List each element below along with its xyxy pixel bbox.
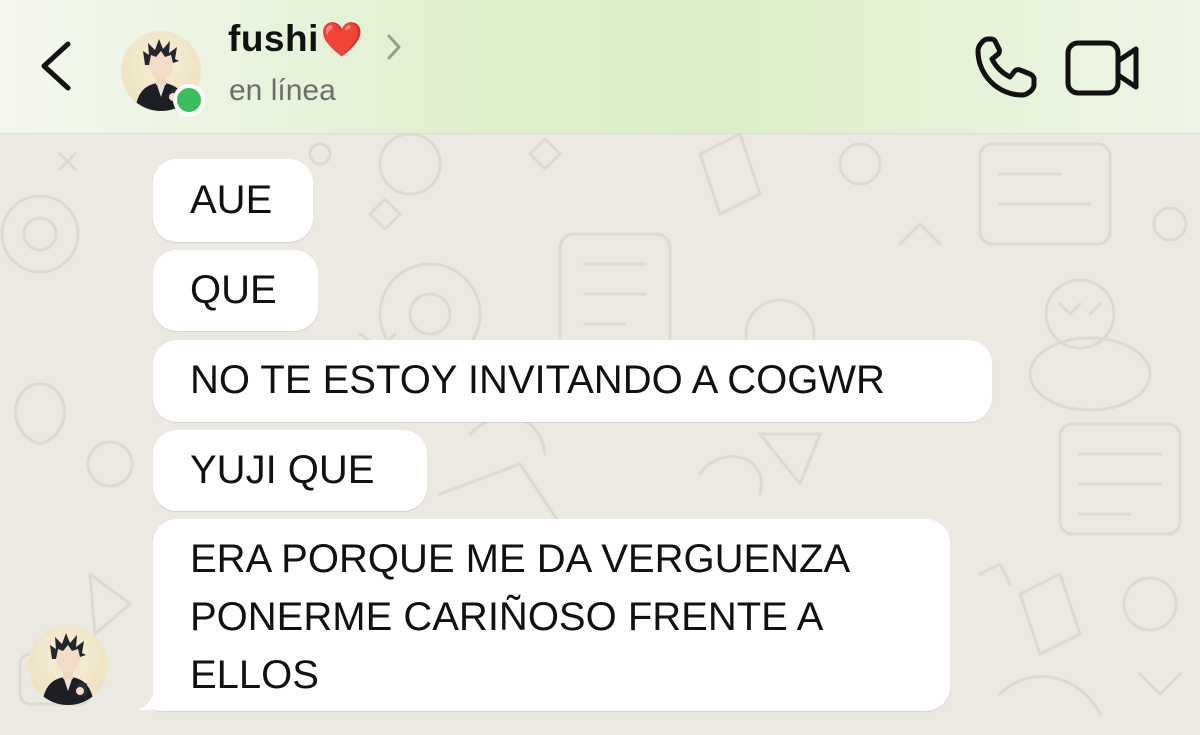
chevron-left-icon (41, 41, 71, 91)
message-bubble[interactable]: ERA PORQUE ME DA VERGUENZA PONERME CARIÑ… (153, 519, 950, 711)
message-text: YUJI QUE (190, 448, 375, 492)
video-camera-icon (1065, 40, 1139, 96)
message-text-line: ERA PORQUE ME DA VERGUENZA (190, 537, 851, 581)
presence-status: en línea (229, 74, 336, 107)
message-text: NO TE ESTOY INVITANDO A COGWR (190, 358, 885, 402)
heart-emoji: ❤️ (320, 21, 364, 59)
message-text: AUE (190, 178, 273, 222)
contact-info-chevron[interactable] (384, 32, 404, 62)
chat-area[interactable]: AUE QUE NO TE ESTOY INVITANDO A COGWR YU… (0, 134, 1200, 735)
video-call-button[interactable] (1064, 37, 1142, 99)
chat-header: fushi❤️ en línea (0, 0, 1200, 134)
phone-icon (975, 36, 1037, 98)
contact-avatar[interactable] (121, 31, 205, 116)
chevron-right-icon (387, 34, 401, 60)
message-bubble[interactable]: QUE (153, 250, 318, 331)
message-text-line: ELLOS (190, 653, 319, 697)
contact-name[interactable]: fushi❤️ (228, 18, 364, 60)
back-button[interactable] (30, 30, 86, 102)
online-status-indicator (173, 84, 205, 116)
contact-name-text: fushi (228, 18, 319, 59)
avatar-image (42, 633, 94, 705)
sender-avatar[interactable] (28, 625, 108, 705)
message-bubble[interactable]: NO TE ESTOY INVITANDO A COGWR (153, 340, 992, 422)
message-bubble[interactable]: YUJI QUE (153, 430, 427, 511)
message-text-line: PONERME CARIÑOSO FRENTE A (190, 595, 824, 639)
message-bubble[interactable]: AUE (153, 159, 313, 242)
voice-call-button[interactable] (970, 33, 1040, 103)
message-text: QUE (190, 268, 277, 312)
